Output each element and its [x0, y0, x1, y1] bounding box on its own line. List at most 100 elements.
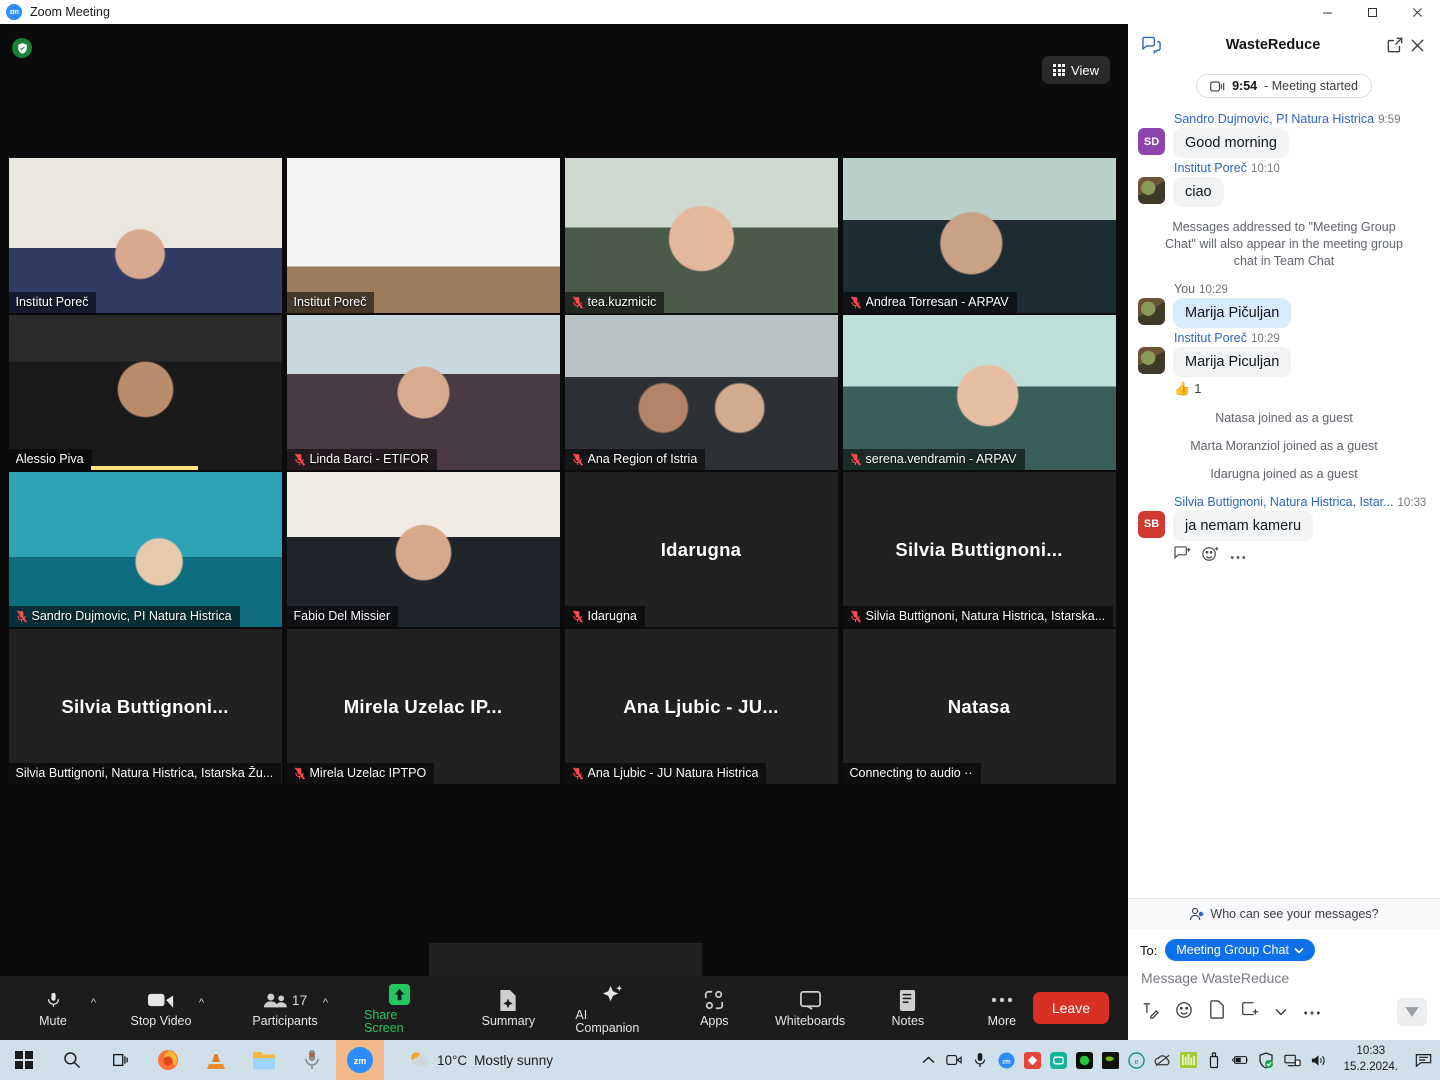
more-icon[interactable] [1303, 1003, 1321, 1021]
participant-tile[interactable]: Institut Poreč [8, 158, 282, 313]
vlc-icon[interactable] [192, 1040, 240, 1080]
participant-tile[interactable]: Alessio Piva [8, 315, 282, 470]
minimize-button[interactable] [1305, 0, 1350, 24]
grid-icon [1053, 64, 1066, 76]
avatar[interactable] [1138, 346, 1165, 374]
maximize-button[interactable] [1350, 0, 1395, 24]
participant-tile[interactable]: Silvia Buttignoni... Silvia Buttignoni, N… [8, 629, 282, 784]
file-icon[interactable] [1209, 1000, 1225, 1024]
chevron-down-icon[interactable] [1275, 1003, 1287, 1021]
chat-message-text[interactable]: Marija Piculjan [1173, 346, 1292, 377]
pop-out-icon[interactable] [1384, 37, 1406, 53]
ai-companion-button[interactable]: AI Companion [575, 982, 649, 1034]
format-icon[interactable] [1141, 1001, 1159, 1024]
chat-message-meta: You 10:29 [1174, 282, 1430, 296]
participant-tile[interactable]: Institut Poreč [286, 158, 560, 313]
weather-widget[interactable]: 10°C Mostly sunny [408, 1050, 553, 1070]
participants-icon: 17 [263, 988, 307, 1012]
share-screen-button[interactable]: Share Screen [364, 982, 435, 1034]
avatar[interactable] [1138, 297, 1165, 325]
ai-sparkle-icon [601, 982, 624, 1006]
participant-tile[interactable]: Sandro Dujmovic, PI Natura Histrica [8, 472, 282, 627]
chat-message-meta: Sandro Dujmovic, PI Natura Histrica 9:59 [1174, 112, 1430, 126]
screenshot-icon[interactable] [1241, 1001, 1259, 1024]
zoom-taskbar-icon[interactable]: zm [336, 1040, 384, 1080]
green-app-icon[interactable] [1075, 1051, 1093, 1069]
chat-message-text[interactable]: ciao [1173, 177, 1224, 207]
avatar[interactable]: SB [1138, 510, 1165, 538]
chat-message-text[interactable]: Marija Pičuljan [1173, 297, 1292, 328]
firefox-icon[interactable] [144, 1040, 192, 1080]
recipient-dropdown[interactable]: Meeting Group Chat [1165, 939, 1315, 961]
sound-recorder-icon[interactable] [288, 1040, 336, 1080]
tile-spacer [287, 786, 560, 941]
chevron-up-icon[interactable] [920, 1052, 937, 1069]
participant-tile[interactable]: serena.vendramin - ARPAV [842, 315, 1116, 470]
more-button[interactable]: More [971, 988, 1033, 1028]
chat-message-input[interactable]: Message WasteReduce [1128, 967, 1440, 986]
volume-icon[interactable] [1310, 1052, 1327, 1069]
search-icon[interactable] [48, 1040, 96, 1080]
leave-button[interactable]: Leave [1032, 992, 1109, 1024]
participant-tile[interactable]: Natasa Connecting to audio ·· [842, 629, 1116, 784]
chat-message-list[interactable]: 9:54 - Meeting started Sandro Dujmovic, … [1128, 66, 1440, 898]
teal-app-icon[interactable] [1049, 1051, 1067, 1069]
battery-icon[interactable] [1231, 1052, 1249, 1069]
mute-button[interactable]: Mute ^ [22, 988, 96, 1028]
participant-tile[interactable]: Andrea Torresan - ARPAV [842, 158, 1116, 313]
usb-icon[interactable] [1206, 1051, 1223, 1069]
participant-tile[interactable]: Idarugna Idarugna [564, 472, 838, 627]
stop-video-button[interactable]: Stop Video ^ [130, 988, 204, 1028]
close-icon[interactable] [1406, 38, 1428, 53]
avatar[interactable]: SD [1138, 128, 1165, 155]
participant-tile[interactable]: Ana Region of Istria [564, 315, 838, 470]
mute-chevron-icon[interactable]: ^ [91, 997, 96, 1009]
participant-tile[interactable]: Ana Ljubic - JU... Ana Ljubic - JU Natura… [564, 629, 838, 784]
mic-off-icon [572, 609, 583, 623]
who-can-see-button[interactable]: Who can see your messages? [1128, 899, 1440, 929]
red-app-icon[interactable] [1023, 1051, 1041, 1069]
security-icon[interactable] [1258, 1051, 1275, 1069]
equalizer-icon[interactable] [1179, 1052, 1197, 1069]
zoom-tray-icon[interactable]: zm [998, 1051, 1015, 1069]
chat-message-text[interactable]: Good morning [1173, 128, 1289, 158]
file-explorer-icon[interactable] [240, 1040, 288, 1080]
emoji-icon[interactable] [1175, 1001, 1193, 1024]
chat-bubbles-icon[interactable] [1140, 36, 1162, 54]
mic-off-icon [572, 766, 583, 780]
view-button[interactable]: View [1042, 56, 1110, 84]
video-chevron-icon[interactable]: ^ [199, 997, 204, 1009]
participant-tile[interactable]: Linda Barci - ETIFOR [286, 315, 560, 470]
summary-button[interactable]: Summary [477, 988, 539, 1028]
shield-check-icon[interactable] [12, 38, 32, 58]
avatar[interactable] [1138, 177, 1165, 204]
cloud-icon[interactable] [1154, 1052, 1171, 1069]
start-icon[interactable] [0, 1040, 48, 1080]
nvidia-icon[interactable] [1101, 1051, 1119, 1069]
participants-chevron-icon[interactable]: ^ [323, 997, 328, 1009]
participant-placeholder-name: Natasa [947, 695, 1011, 717]
close-button[interactable] [1395, 0, 1440, 24]
notification-icon[interactable] [1415, 1052, 1432, 1069]
participant-tile[interactable]: Mirela Uzelac IP... Mirela Uzelac IPTPO [286, 629, 560, 784]
participant-tile[interactable]: Silvia Buttignoni... Silvia Buttignoni, N… [842, 472, 1116, 627]
participant-tile[interactable]: tea.kuzmicic [564, 158, 838, 313]
network-icon[interactable] [1284, 1052, 1301, 1069]
send-button[interactable] [1397, 998, 1427, 1026]
more-icon[interactable] [1230, 547, 1246, 565]
participants-button[interactable]: 17 Participants ^ [252, 988, 328, 1028]
clock[interactable]: 10:33 15.2.2024. [1344, 1044, 1398, 1075]
camera-icon[interactable] [946, 1052, 963, 1069]
notes-button[interactable]: Notes [877, 988, 939, 1028]
task-view-icon[interactable] [96, 1040, 144, 1080]
chat-message-text[interactable]: ja nemam kameru [1173, 510, 1314, 541]
microphone-icon[interactable] [972, 1052, 989, 1069]
add-reaction-icon[interactable] [1202, 546, 1219, 567]
edge-icon[interactable]: e [1127, 1051, 1145, 1069]
apps-button[interactable]: Apps [683, 988, 745, 1028]
reply-icon[interactable] [1174, 546, 1191, 566]
chat-reaction[interactable]: 👍 1 [1174, 381, 1430, 397]
participant-video [842, 158, 1116, 313]
participant-tile[interactable]: Fabio Del Missier [286, 472, 560, 627]
whiteboards-button[interactable]: Whiteboards [775, 988, 845, 1028]
